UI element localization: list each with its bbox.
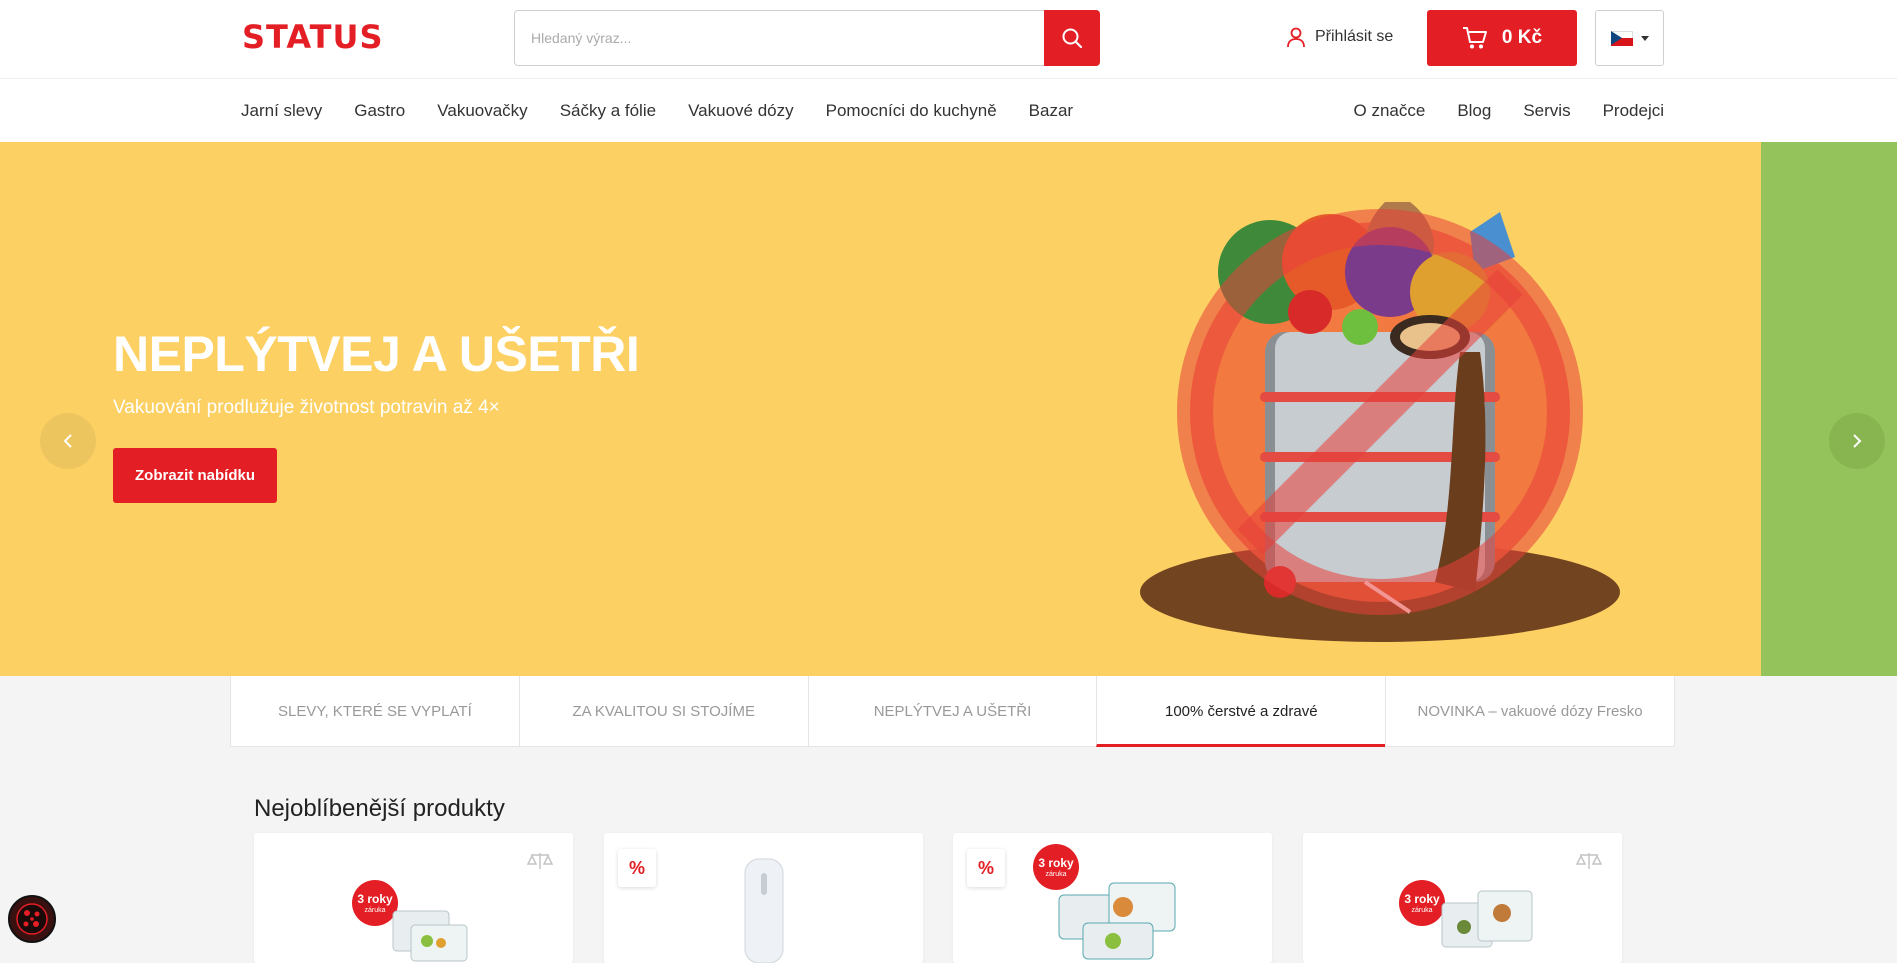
login-link[interactable]: Přihlásit se [1285,26,1393,48]
show-offer-button[interactable]: Zobrazit nabídku [113,448,277,503]
czech-flag-icon [1610,30,1633,46]
tab-slevy[interactable]: SLEVY, KTERÉ SE VYPLATÍ [230,676,519,747]
product-image [1441,890,1533,948]
nav-gastro[interactable]: Gastro [354,101,405,121]
user-icon [1287,27,1305,48]
cart-icon [1462,27,1487,49]
search-input[interactable] [515,11,1045,65]
nav-prodejci[interactable]: Prodejci [1603,101,1664,121]
product-card[interactable]: % 3 roky záruka [953,833,1272,963]
tab-neplytvej[interactable]: NEPLÝTVEJ A UŠETŘI [807,676,1097,747]
info-menu: O značce Blog Servis Prodejci [1354,79,1665,143]
popular-products-title: Nejoblíbenější produkty [254,795,505,822]
nav-pomocnici-do-kuchyne[interactable]: Pomocníci do kuchyně [826,101,997,121]
cookie-settings-button[interactable] [8,895,56,943]
nav-sacky-a-folie[interactable]: Sáčky a fólie [560,101,656,121]
prev-slide-button[interactable] [40,413,96,469]
food-waste-illustration [1140,202,1620,642]
next-slide-button[interactable] [1829,413,1885,469]
compare-icon[interactable] [527,851,553,871]
cart-button[interactable]: 0 Kč [1427,10,1577,66]
hero-subtitle: Vakuování prodlužuje životnost potravin … [113,397,500,418]
caret-down-icon [1640,35,1649,41]
login-label: Přihlásit se [1315,28,1394,45]
main-navigation: Jarní slevy Gastro Vakuovačky Sáčky a fó… [0,78,1897,142]
product-image [1058,882,1176,960]
cart-total: 0 Kč [1501,27,1543,48]
search-icon [1062,28,1083,49]
hero-slider: NEPLÝTVEJ A UŠETŘI Vakuování prodlužuje … [0,142,1897,676]
status-logo[interactable]: STATUS [242,18,384,56]
cookie-icon [16,903,48,935]
slide-tabs: SLEVY, KTERÉ SE VYPLATÍ ZA KVALITOU SI S… [230,676,1675,747]
nav-o-znacce[interactable]: O značce [1354,101,1426,121]
nav-bazar[interactable]: Bazar [1029,101,1073,121]
discount-badge: % [967,849,1005,887]
category-menu: Jarní slevy Gastro Vakuovačky Sáčky a fó… [241,79,1073,143]
header: STATUS Přihlásit se 0 Kč [0,0,1897,78]
nav-vakuove-dozy[interactable]: Vakuové dózy [688,101,794,121]
next-slide-preview [1761,142,1897,676]
language-selector[interactable] [1595,10,1664,66]
chevron-left-icon [63,434,72,448]
product-card[interactable]: 3 roky záruka [1303,833,1622,963]
hero-title: NEPLÝTVEJ A UŠETŘI [113,326,640,382]
search-box [514,10,1100,66]
nav-servis[interactable]: Servis [1523,101,1570,121]
nav-vakuovacky[interactable]: Vakuovačky [437,101,527,121]
tab-kvalita[interactable]: ZA KVALITOU SI STOJÍME [518,676,808,747]
product-card[interactable]: 3 roky záruka [254,833,573,963]
search-button[interactable] [1044,10,1100,66]
product-card[interactable]: % [604,833,923,963]
discount-badge: % [618,849,656,887]
nav-blog[interactable]: Blog [1457,101,1491,121]
nav-jarni-slevy[interactable]: Jarní slevy [241,101,322,121]
compare-icon[interactable] [1576,851,1602,871]
product-image [392,910,468,962]
tab-cerstve-zdrave[interactable]: 100% čerstvé a zdravé [1096,676,1386,747]
tab-novinka-fresko[interactable]: NOVINKA – vakuové dózy Fresko [1385,676,1675,747]
chevron-right-icon [1853,434,1862,448]
product-image [744,858,784,963]
